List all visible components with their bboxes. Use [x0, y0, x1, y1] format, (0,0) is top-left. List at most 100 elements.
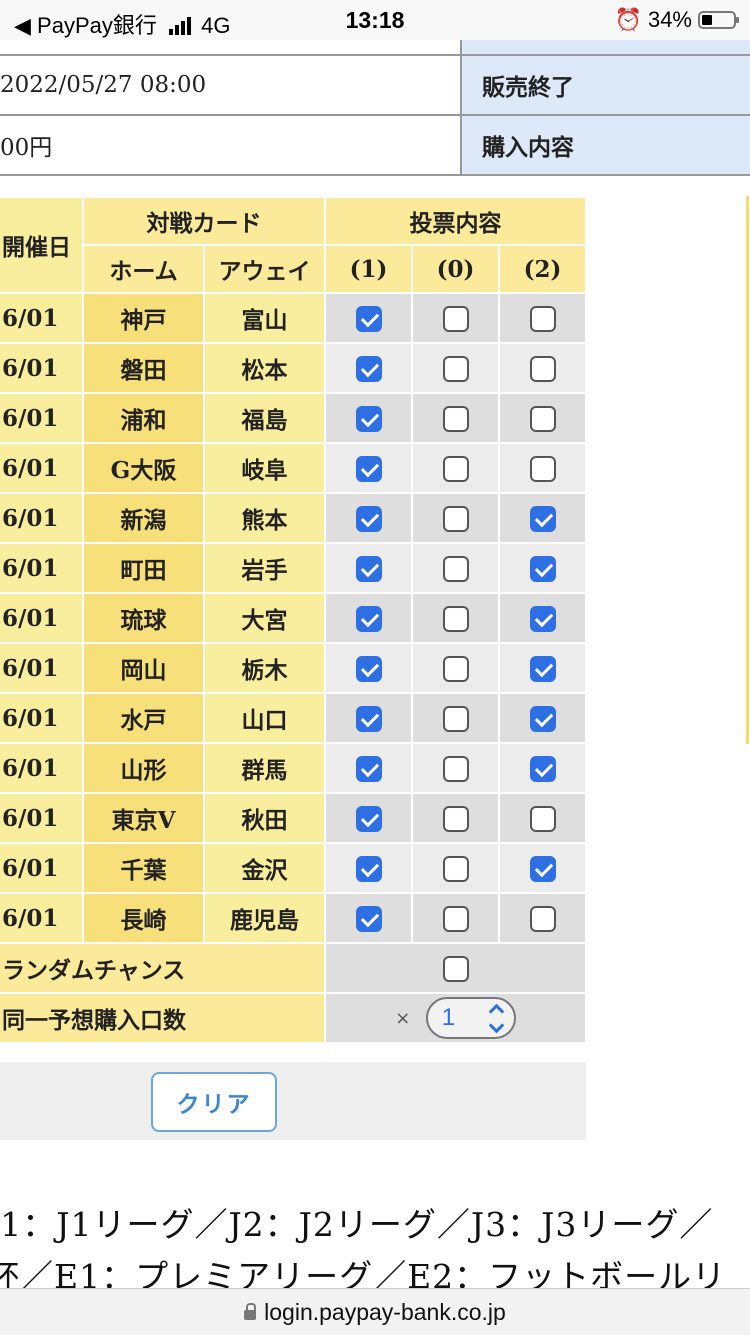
match-date: 6/01	[0, 644, 82, 692]
header-vote: 投票内容	[326, 198, 585, 244]
match-date: 6/01	[0, 844, 82, 892]
header-home: ホーム	[84, 246, 203, 292]
table-row: 6/01 水戸 山口	[0, 694, 585, 742]
table-edge-divider	[746, 196, 749, 744]
vote-checkbox-opt2[interactable]	[529, 755, 556, 782]
home-team: 神戸	[84, 294, 203, 342]
url-text: login.paypay-bank.co.jp	[264, 1298, 506, 1325]
clear-button[interactable]: クリア	[151, 1072, 277, 1132]
vote-checkbox-opt2[interactable]	[529, 605, 556, 632]
table-row: 6/01 新潟 熊本	[0, 494, 585, 542]
table-row: 6/01 G大阪 岐阜	[0, 444, 585, 492]
purchase-row: 00円 購入内容	[0, 116, 750, 176]
away-team: 富山	[205, 294, 324, 342]
vote-checkbox-opt1[interactable]	[355, 855, 382, 882]
away-team: 山口	[205, 694, 324, 742]
match-date: 6/01	[0, 694, 82, 742]
match-date: 6/01	[0, 544, 82, 592]
vote-checkbox-opt1[interactable]	[355, 505, 382, 532]
vote-checkbox-opt0[interactable]	[442, 755, 469, 782]
vote-checkbox-opt0[interactable]	[442, 405, 469, 432]
random-chance-checkbox[interactable]	[442, 955, 469, 982]
match-date: 6/01	[0, 344, 82, 392]
vote-checkbox-opt0[interactable]	[442, 355, 469, 382]
vote-table: 開催日 対戦カード 投票内容 ホーム アウェイ (1) (0) (2) 6/01…	[0, 196, 587, 1044]
table-row: 6/01 浦和 福島	[0, 394, 585, 442]
vote-checkbox-opt2[interactable]	[529, 505, 556, 532]
vote-checkbox-opt0[interactable]	[442, 605, 469, 632]
vote-checkbox-opt2[interactable]	[529, 655, 556, 682]
vote-checkbox-opt2[interactable]	[529, 305, 556, 332]
home-team: 山形	[84, 744, 203, 792]
vote-checkbox-opt1[interactable]	[355, 305, 382, 332]
vote-checkbox-opt1[interactable]	[355, 405, 382, 432]
vote-checkbox-opt0[interactable]	[442, 505, 469, 532]
purchase-label: 購入内容	[460, 116, 750, 174]
table-row: 6/01 千葉 金沢	[0, 844, 585, 892]
vote-checkbox-opt1[interactable]	[355, 555, 382, 582]
home-team: 東京V	[84, 794, 203, 842]
vote-checkbox-opt0[interactable]	[442, 805, 469, 832]
vote-checkbox-opt2[interactable]	[529, 555, 556, 582]
vote-checkbox-opt2[interactable]	[529, 405, 556, 432]
match-date: 6/01	[0, 594, 82, 642]
header-opt2: (2)	[500, 246, 585, 292]
vote-checkbox-opt1[interactable]	[355, 805, 382, 832]
vote-checkbox-opt1[interactable]	[355, 755, 382, 782]
away-team: 大宮	[205, 594, 324, 642]
table-row: 6/01 東京V 秋田	[0, 794, 585, 842]
status-right: ⏰ 34%	[614, 7, 739, 33]
match-date: 6/01	[0, 894, 82, 942]
home-team: 水戸	[84, 694, 203, 742]
away-team: 松本	[205, 344, 324, 392]
vote-checkbox-opt0[interactable]	[442, 655, 469, 682]
table-row: 6/01 琉球 大宮	[0, 594, 585, 642]
vote-checkbox-opt2[interactable]	[529, 355, 556, 382]
vote-checkbox-opt2[interactable]	[529, 705, 556, 732]
purchase-count-value: 1	[441, 1004, 456, 1031]
match-date: 6/01	[0, 744, 82, 792]
home-team: 千葉	[84, 844, 203, 892]
button-area: クリア	[0, 1062, 586, 1140]
away-team: 福島	[205, 394, 324, 442]
battery-percent: 34%	[647, 7, 692, 32]
home-team: 新潟	[84, 494, 203, 542]
vote-checkbox-opt2[interactable]	[529, 905, 556, 932]
vote-checkbox-opt2[interactable]	[529, 855, 556, 882]
away-team: 鹿児島	[205, 894, 324, 942]
home-team: 磐田	[84, 344, 203, 392]
header-opt0: (0)	[413, 246, 498, 292]
lock-icon	[244, 1303, 257, 1320]
alarm-icon: ⏰	[614, 7, 642, 32]
table-row: 6/01 神戸 富山	[0, 294, 585, 342]
vote-checkbox-opt1[interactable]	[355, 655, 382, 682]
vote-checkbox-opt0[interactable]	[442, 705, 469, 732]
vote-checkbox-opt1[interactable]	[355, 705, 382, 732]
url-bar[interactable]: login.paypay-bank.co.jp	[0, 1288, 750, 1335]
random-chance-label: ランダムチャンス	[0, 944, 324, 992]
vote-checkbox-opt1[interactable]	[355, 455, 382, 482]
vote-checkbox-opt0[interactable]	[442, 855, 469, 882]
random-chance-row: ランダムチャンス	[0, 944, 585, 992]
away-team: 栃木	[205, 644, 324, 692]
purchase-value: 00円	[0, 135, 53, 161]
vote-checkbox-opt2[interactable]	[529, 455, 556, 482]
header-date: 開催日	[0, 198, 82, 292]
away-team: 熊本	[205, 494, 324, 542]
purchase-count-label: 同一予想購入口数	[0, 994, 324, 1042]
home-team: 琉球	[84, 594, 203, 642]
vote-checkbox-opt0[interactable]	[442, 455, 469, 482]
vote-checkbox-opt2[interactable]	[529, 805, 556, 832]
vote-checkbox-opt1[interactable]	[355, 905, 382, 932]
status-bar: ◀ PayPay銀行 4G 13:18 ⏰ 34%	[0, 0, 750, 40]
away-team: 秋田	[205, 794, 324, 842]
vote-checkbox-opt0[interactable]	[442, 555, 469, 582]
table-row: 6/01 磐田 松本	[0, 344, 585, 392]
away-team: 岐阜	[205, 444, 324, 492]
purchase-count-select[interactable]: 1	[425, 997, 516, 1039]
table-row: 6/01 町田 岩手	[0, 544, 585, 592]
vote-checkbox-opt0[interactable]	[442, 305, 469, 332]
vote-checkbox-opt1[interactable]	[355, 355, 382, 382]
vote-checkbox-opt0[interactable]	[442, 905, 469, 932]
vote-checkbox-opt1[interactable]	[355, 605, 382, 632]
